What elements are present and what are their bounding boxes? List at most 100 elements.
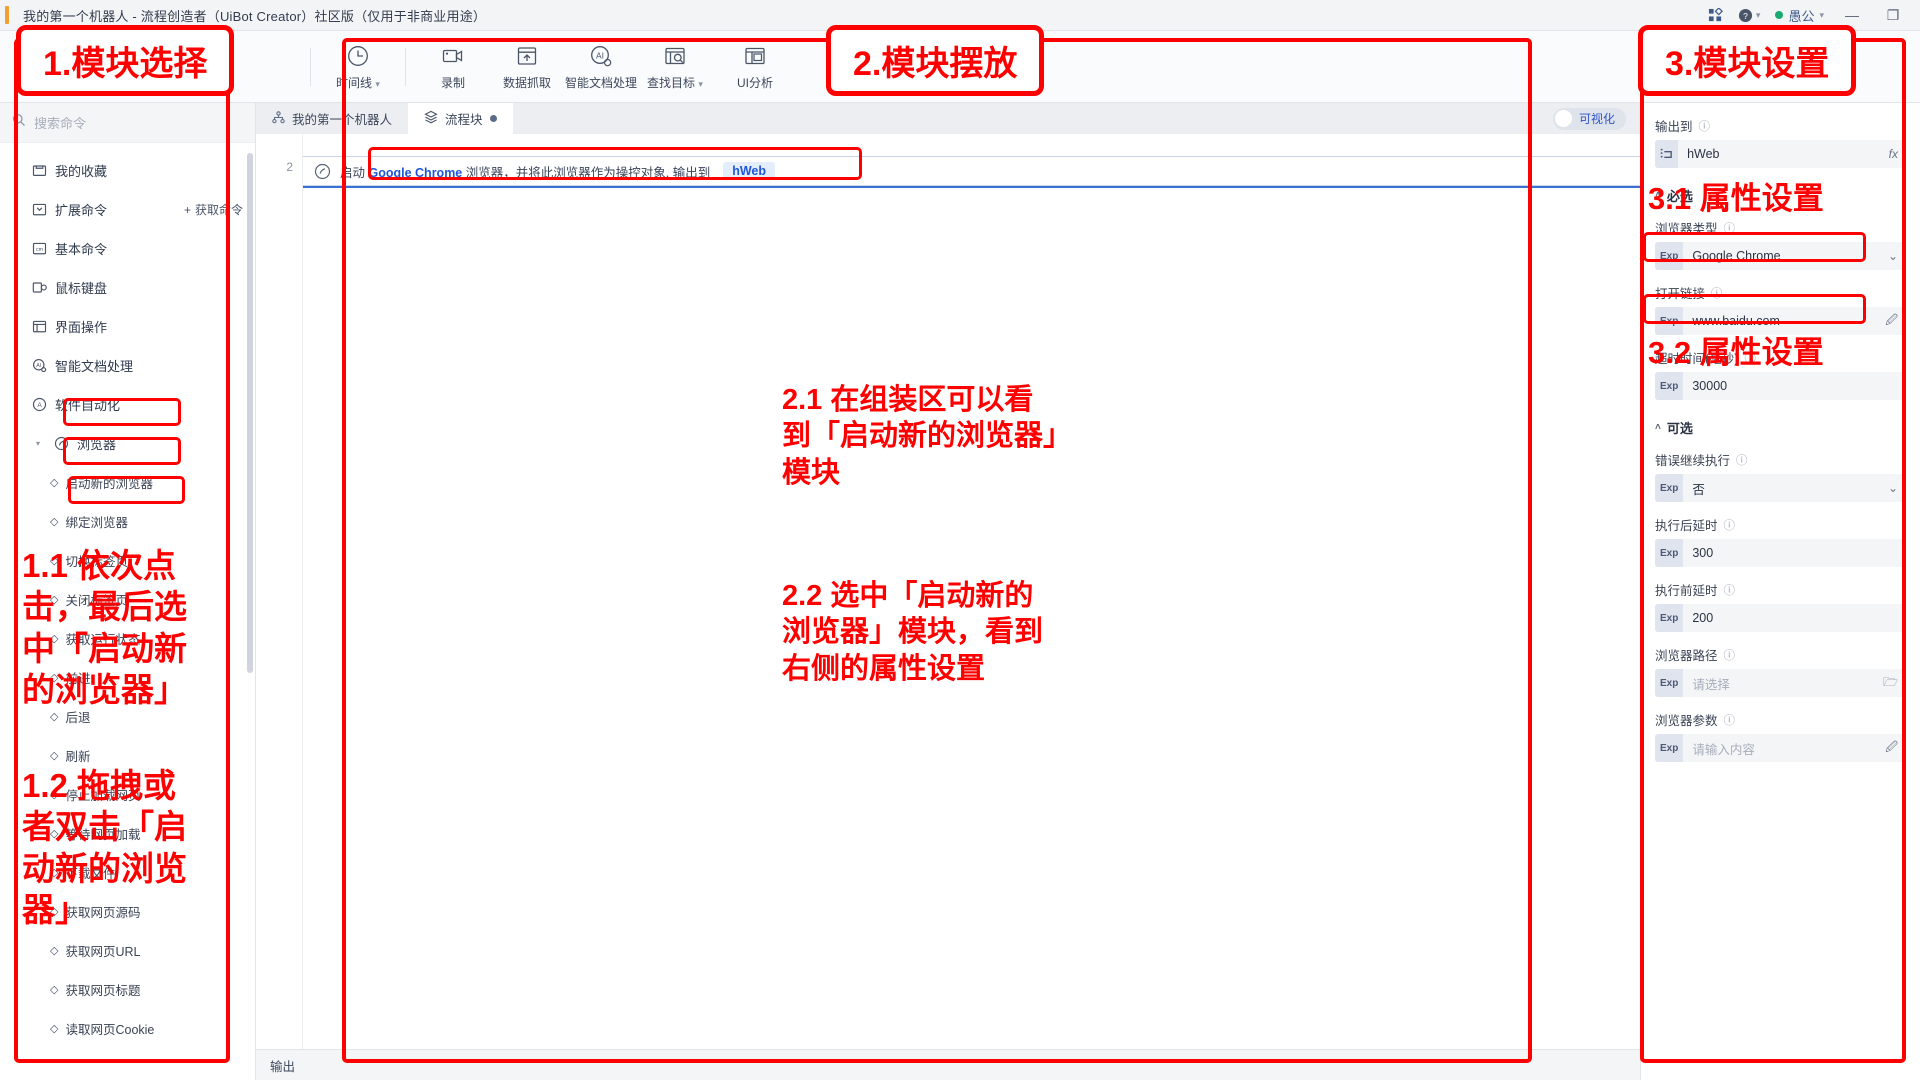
minimize-button[interactable]: — <box>1839 7 1865 23</box>
help-circle-icon[interactable]: ⓘ <box>1724 517 1736 533</box>
edit-pencil-icon[interactable]: 🖉 <box>1885 311 1898 332</box>
expression-type-tag: Exp <box>1655 242 1684 270</box>
restore-button[interactable]: ❐ <box>1880 7 1906 24</box>
help-circle-icon[interactable]: ⓘ <box>1724 582 1736 598</box>
property-value: 30000 <box>1692 379 1728 393</box>
toolbar-label-data-grab: 数据抓取 <box>502 75 551 90</box>
edit-pencil-icon[interactable]: 🖉 <box>1885 738 1898 759</box>
help-icon[interactable]: ? ▾ <box>1738 8 1760 23</box>
toolbar-item-data-grab[interactable]: 数据抓取 <box>490 35 564 99</box>
section-label-optional: 可选 <box>1666 421 1693 436</box>
statement-output-variable[interactable]: hWeb <box>723 162 775 180</box>
toggle-knob <box>1554 110 1572 127</box>
annotation-note-3-2: 3.2 属性设置 <box>1648 335 1824 370</box>
tree-expand-arrow-icon[interactable]: ▸ <box>14 361 24 370</box>
sidebar-item-9[interactable]: ◇ 绑定浏览器 <box>0 502 255 541</box>
sidebar-item-label: 我的收藏 <box>55 164 108 179</box>
property-value: 否 <box>1692 482 1705 497</box>
sidebar-scrollbar-thumb[interactable] <box>247 153 253 673</box>
property-label-text: 执行后延时 <box>1655 519 1718 533</box>
property-field-3[interactable]: Exp 请选择 🗁 <box>1655 669 1906 697</box>
tab-flow-block[interactable]: 流程块 <box>408 103 513 134</box>
tree-expand-arrow-icon[interactable]: ▸ <box>14 244 24 253</box>
sidebar-item-7[interactable]: ▾ 浏览器 <box>0 424 255 463</box>
toolbar-item-ui-analyze[interactable]: UI分析 <box>712 35 798 99</box>
property-value: 300 <box>1692 546 1714 560</box>
chevron-down-icon[interactable]: ⌄ <box>1888 481 1898 495</box>
browser-icon <box>53 435 70 452</box>
tab-my-first-robot[interactable]: 我的第一个机器人 <box>256 103 408 134</box>
sidebar-item-2[interactable]: ▸ cm 基本命令 <box>0 229 255 268</box>
toolbar-label-ui-analyze: UI分析 <box>736 75 773 90</box>
output-panel-header[interactable]: 输出 <box>256 1049 1640 1080</box>
tree-expand-arrow-icon[interactable]: ▾ <box>14 205 24 214</box>
sidebar-item-6[interactable]: ▾ A 软件自动化 <box>0 385 255 424</box>
apps-grid-icon[interactable] <box>1708 7 1723 23</box>
sidebar-item-3[interactable]: ▸ 鼠标键盘 <box>0 268 255 307</box>
help-circle-icon[interactable]: ⓘ <box>1699 118 1711 134</box>
optional-fields-group: 错误继续执行 ⓘ Exp 否 ⌄ 执行后延时 ⓘ Exp 300 执行前延时 ⓘ Exp 200 浏览器路… <box>1655 450 1906 762</box>
tree-expand-arrow-icon[interactable]: ▾ <box>14 400 24 409</box>
property-field-output-to[interactable]: ⫶⊐ hWeb fx <box>1655 140 1906 168</box>
sidebar-item-label: 扩展命令 <box>55 203 108 218</box>
help-circle-icon[interactable]: ⓘ <box>1724 712 1736 728</box>
title-bar-controls: ? ▾ 愚公 ▾ — ❐ <box>1708 6 1920 25</box>
help-circle-icon[interactable]: ⓘ <box>1736 452 1748 468</box>
tree-expand-arrow-icon[interactable]: ▸ <box>14 166 24 175</box>
property-field-0[interactable]: Exp 否 ⌄ <box>1655 474 1906 502</box>
help-circle-icon[interactable]: ⓘ <box>1724 647 1736 663</box>
diamond-bullet-icon: ◇ <box>50 750 59 762</box>
property-field-1[interactable]: Exp www.baidu.com 🖉 <box>1655 307 1906 335</box>
sidebar-item-8[interactable]: ◇ 启动新的浏览器 <box>0 463 255 502</box>
user-menu[interactable]: 愚公 ▾ <box>1775 6 1824 25</box>
tree-expand-arrow-icon[interactable]: ▾ <box>36 439 46 448</box>
folder-open-icon[interactable]: 🗁 <box>1883 673 1898 694</box>
sidebar-item-22[interactable]: ◇ 读取网页Cookie <box>0 1009 255 1048</box>
online-status-icon <box>1775 11 1784 19</box>
chevron-down-icon[interactable]: ⌄ <box>1888 249 1898 263</box>
sidebar-item-0[interactable]: ▸ 我的收藏 <box>0 151 255 190</box>
section-optional[interactable]: ˄ 可选 <box>1655 418 1906 437</box>
search-input-placeholder: 搜索命令 <box>34 116 87 131</box>
help-circle-icon[interactable]: ⓘ <box>1724 220 1736 236</box>
ai-doc-icon: AI <box>588 43 614 69</box>
sidebar-item-5[interactable]: ▸ AI 智能文档处理 <box>0 346 255 385</box>
toolbar-label-find-target: 查找目标 <box>647 75 696 90</box>
toolbar-item-record[interactable]: 录制 <box>416 35 490 99</box>
statement-selection-bar <box>303 186 1640 188</box>
automation-icon: A <box>31 396 48 413</box>
property-label-4: 浏览器参数 ⓘ <box>1655 710 1906 729</box>
visualize-toggle[interactable]: 可视化 <box>1552 107 1626 130</box>
property-field-4[interactable]: Exp 请输入内容 🖉 <box>1655 734 1906 762</box>
sidebar-item-4[interactable]: ▸ 界面操作 <box>0 307 255 346</box>
property-field-0[interactable]: Exp Google Chrome ⌄ <box>1655 242 1906 270</box>
ui-operation-icon <box>31 318 48 335</box>
function-editor-icon[interactable]: fx <box>1889 147 1898 161</box>
tree-expand-arrow-icon[interactable]: ▸ <box>14 283 24 292</box>
layers-icon <box>424 110 438 127</box>
property-field-1[interactable]: Exp 300 <box>1655 539 1906 567</box>
property-field-2[interactable]: Exp 30000 <box>1655 372 1906 400</box>
toolbar-item-timeline[interactable]: 时间线 ▾ <box>321 35 395 99</box>
plus-icon: + <box>183 202 191 217</box>
ui-analyze-icon <box>742 43 768 69</box>
sidebar-item-1[interactable]: ▾ 扩展命令 + 获取命令 <box>0 190 255 229</box>
toolbar-item-ai-doc[interactable]: AI 智能文档处理 <box>564 35 638 99</box>
flow-statement-row[interactable]: 启动 Google Chrome 浏览器，并将此浏览器作为操控对象, 输出到 h… <box>303 156 1640 186</box>
sidebar-item-label: 基本命令 <box>55 242 108 257</box>
tab-dirty-indicator <box>489 115 497 122</box>
window-title: 我的第一个机器人 - 流程创造者（UiBot Creator）社区版（仅用于非商… <box>23 8 487 24</box>
sidebar-item-20[interactable]: ◇ 获取网页URL <box>0 931 255 970</box>
property-field-2[interactable]: Exp 200 <box>1655 604 1906 632</box>
toolbar-item-find-target[interactable]: 查找目标 ▾ <box>638 35 712 99</box>
sidebar-item-21[interactable]: ◇ 获取网页标题 <box>0 970 255 1009</box>
diamond-bullet-icon: ◇ <box>50 477 59 489</box>
user-caret-icon: ▾ <box>1819 9 1824 20</box>
property-label-text: 浏览器路径 <box>1655 649 1718 663</box>
get-command-button[interactable]: + 获取命令 <box>184 201 255 218</box>
search-command-bar[interactable]: 搜索命令 <box>0 103 255 143</box>
property-value: 请输入内容 <box>1692 742 1755 757</box>
tree-expand-arrow-icon[interactable]: ▸ <box>14 322 24 331</box>
help-circle-icon[interactable]: ⓘ <box>1711 285 1723 301</box>
svg-text:AI: AI <box>36 363 41 369</box>
